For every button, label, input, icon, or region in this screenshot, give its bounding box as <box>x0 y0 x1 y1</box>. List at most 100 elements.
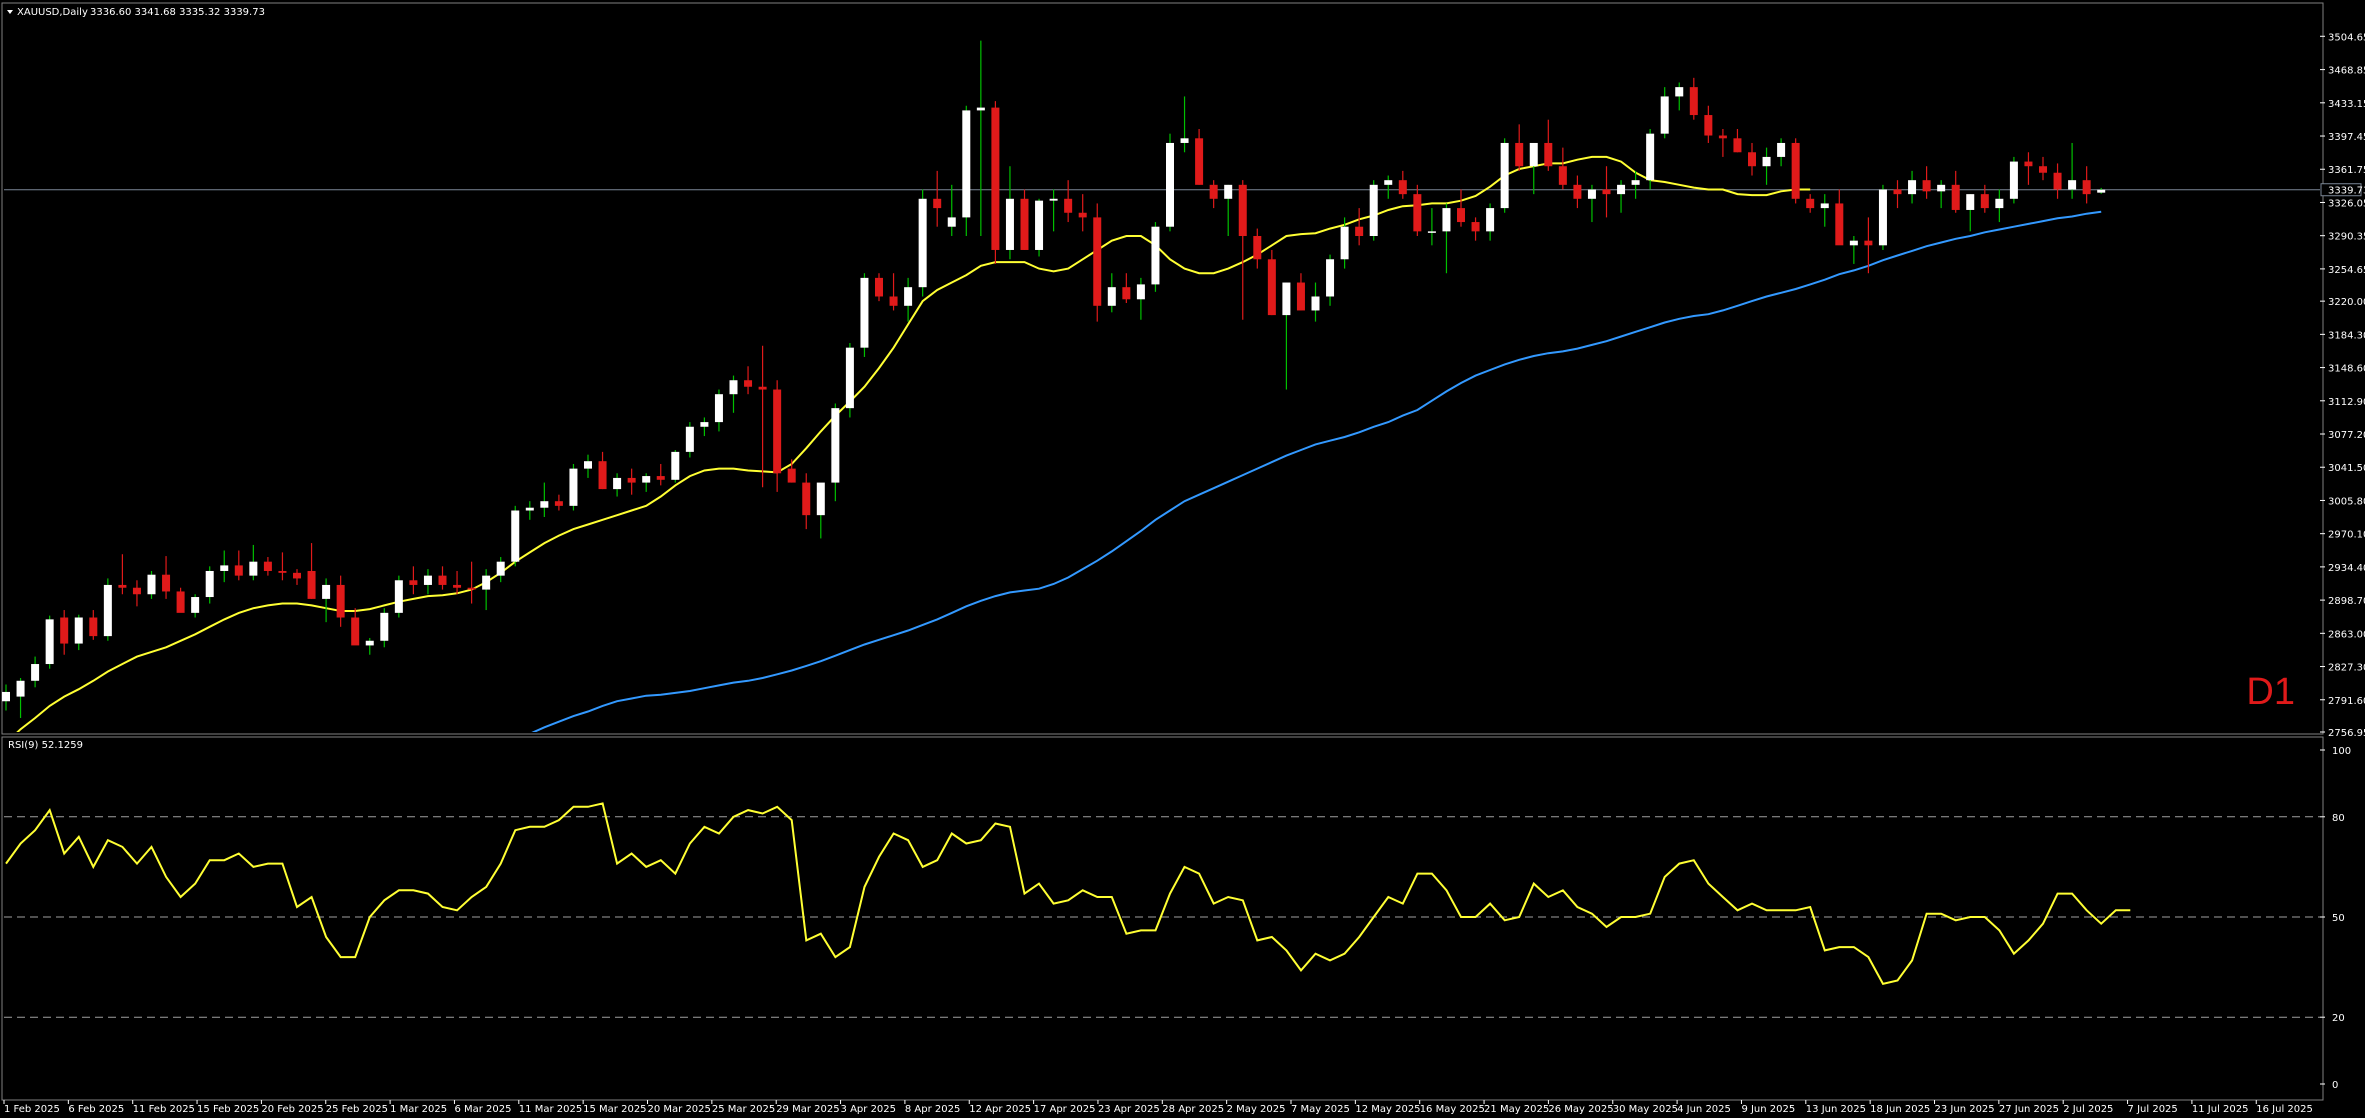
candle-body <box>511 510 520 562</box>
bear-candle <box>802 473 811 530</box>
candle-body <box>1166 142 1174 227</box>
bull-candle <box>394 575 403 618</box>
bull-candle <box>380 608 389 648</box>
candle-body <box>1995 198 2004 209</box>
bull-candle <box>1675 82 1684 111</box>
chart-canvas[interactable]: XAUUSD,Daily 3336.60 3341.68 3335.32 333… <box>0 0 2365 1118</box>
moving-average-fast <box>16 155 1811 732</box>
date-tick-label: 20 Mar 2025 <box>648 1104 711 1115</box>
candle-body <box>1849 240 1858 246</box>
candle-body <box>1675 87 1684 97</box>
candle-body <box>467 587 476 590</box>
candle-body <box>132 587 141 595</box>
date-tick-label: 20 Feb 2025 <box>261 1104 323 1115</box>
candle-body <box>1893 189 1902 195</box>
candle-body <box>438 575 447 585</box>
price-tick-label: 3397.45 <box>2328 132 2365 143</box>
bull-candle <box>220 550 229 583</box>
candle-body <box>2039 166 2047 173</box>
candle-body <box>1355 226 1364 237</box>
candle-body <box>1748 152 1756 167</box>
bull-candle <box>729 375 738 413</box>
bear-candle <box>1398 170 1407 199</box>
candle-body <box>1427 231 1436 233</box>
bear-candle <box>1602 166 1611 218</box>
candle-body <box>627 477 636 483</box>
date-tick-label: 25 Mar 2025 <box>712 1104 775 1115</box>
candle-body <box>904 287 913 306</box>
candle-body <box>409 580 418 585</box>
bull-candle <box>1937 180 1946 209</box>
candle-body <box>147 574 156 595</box>
price-tick-label: 2898.70 <box>2328 596 2365 607</box>
bull-candle <box>584 454 592 478</box>
candle-body <box>1587 189 1596 199</box>
date-tick-label: 9 Jun 2025 <box>1741 1104 1795 1115</box>
candle-body <box>1078 212 1087 218</box>
bear-candle <box>889 273 898 311</box>
bull-candle <box>976 40 985 237</box>
bear-candle <box>118 554 127 595</box>
price-tick-label: 3077.20 <box>2328 430 2365 441</box>
candle-body <box>103 584 112 637</box>
bull-candle <box>1660 87 1669 139</box>
trading-chart-window[interactable]: XAUUSD,Daily 3336.60 3341.68 3335.32 333… <box>0 0 2365 1118</box>
bull-candle <box>642 473 651 492</box>
date-tick-label: 27 Jun 2025 <box>1999 1104 2059 1115</box>
date-tick-label: 28 Apr 2025 <box>1162 1104 1224 1115</box>
bull-candle <box>1326 254 1335 306</box>
bull-candle <box>1224 184 1233 237</box>
candle-body <box>2009 161 2018 199</box>
date-tick-label: 15 Feb 2025 <box>197 1104 259 1115</box>
bear-candle <box>2082 166 2091 204</box>
candle-body <box>1835 203 1844 246</box>
date-tick-label: 11 Feb 2025 <box>133 1104 195 1115</box>
date-tick-label: 23 Apr 2025 <box>1098 1104 1160 1115</box>
candle-body <box>1136 284 1145 300</box>
candle-body <box>1049 198 1058 201</box>
collapse-arrow-icon[interactable] <box>7 10 13 14</box>
bear-candle <box>1093 203 1102 322</box>
candle-body <box>2097 189 2106 193</box>
bull-candle <box>365 637 374 655</box>
price-tick-label: 3005.80 <box>2328 496 2365 507</box>
candle-body <box>1617 184 1626 195</box>
candle-body <box>1326 259 1335 297</box>
candle-body <box>1951 184 1960 210</box>
candle-body <box>380 612 389 641</box>
date-tick-label: 18 Jun 2025 <box>1870 1104 1930 1115</box>
bull-candle <box>191 594 200 618</box>
rsi-axis: 100 80 50 20 0 <box>4 746 2351 1091</box>
bear-candle <box>1544 119 1553 171</box>
bear-candle <box>1064 180 1073 223</box>
candle-body <box>45 619 54 665</box>
bull-candle <box>45 615 54 669</box>
bull-candle <box>423 569 432 595</box>
candle-body <box>482 575 491 590</box>
date-tick-label: 16 Jul 2025 <box>2256 1104 2313 1115</box>
candle-body <box>278 570 287 573</box>
candle-body <box>1398 180 1407 195</box>
candle-body <box>1195 138 1204 185</box>
bull-candle <box>569 463 578 511</box>
candle-body <box>656 476 665 480</box>
bull-candle <box>1136 277 1145 320</box>
bear-candle <box>991 101 1000 264</box>
bear-candle <box>453 570 462 595</box>
bull-candle <box>1500 138 1509 213</box>
bull-candle <box>904 277 913 322</box>
candle-body <box>976 107 985 111</box>
candle-body <box>802 482 811 516</box>
candle-body <box>234 565 243 576</box>
candle-body <box>394 580 403 613</box>
price-tick-label: 3254.65 <box>2328 265 2365 276</box>
bear-candle <box>1835 189 1844 246</box>
date-axis: 1 Feb 2025 6 Feb 2025 11 Feb 2025 15 Feb 20… <box>3 1100 2313 1115</box>
bull-candle <box>1166 133 1174 232</box>
candle-body <box>613 477 622 490</box>
candle-body <box>322 584 331 599</box>
bull-candle <box>918 189 927 297</box>
candle-body <box>220 565 229 571</box>
date-tick-label: 7 May 2025 <box>1291 1104 1350 1115</box>
price-tick-label: 3290.35 <box>2328 232 2365 243</box>
